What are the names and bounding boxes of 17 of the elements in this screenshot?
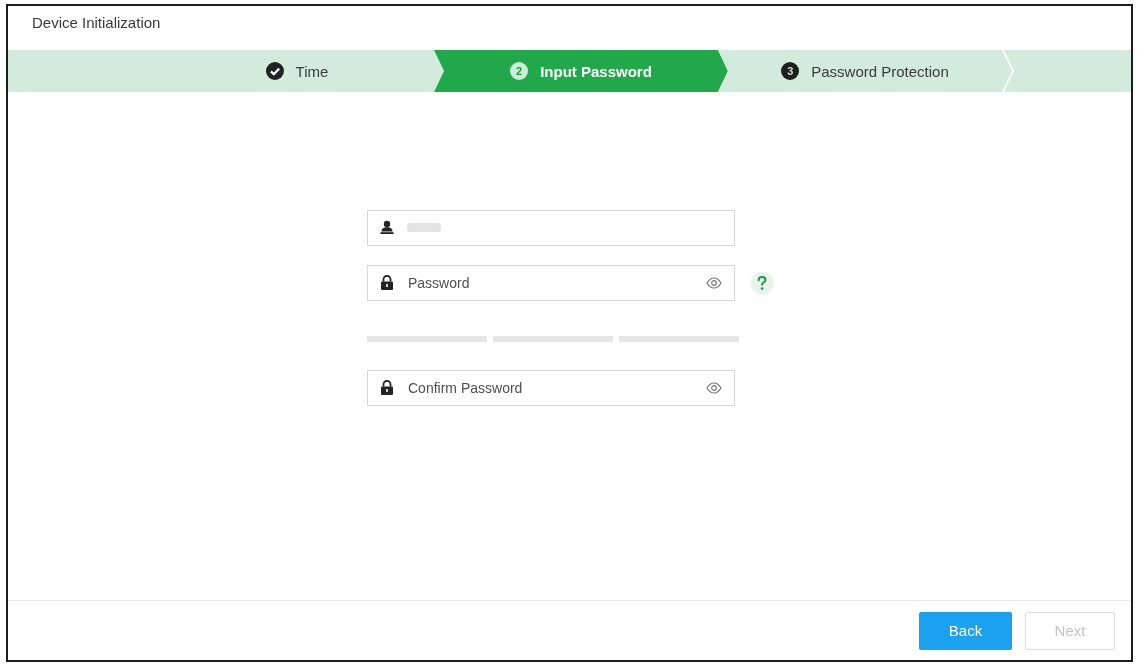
wizard-button[interactable]: Back (919, 611, 1012, 650)
help-icon[interactable] (750, 271, 774, 295)
eye-icon[interactable] (706, 277, 722, 289)
step-number: 3 (781, 62, 800, 80)
wizard-step: 2 Input Password (434, 50, 728, 92)
wizard-step: Time (8, 50, 444, 92)
step-number: 2 (510, 62, 529, 80)
eye-icon[interactable] (706, 382, 722, 394)
password-field[interactable]: Password (367, 265, 735, 301)
dialog-title: Device Initialization (31, 13, 161, 33)
check-circle-icon (265, 62, 284, 80)
wizard-step: 3 Password Protection (718, 50, 1012, 92)
user-icon (380, 220, 394, 234)
lock-icon (380, 275, 394, 290)
username-field[interactable] (367, 210, 735, 246)
password-field[interactable]: Confirm Password (367, 370, 735, 406)
lock-icon (380, 380, 394, 395)
